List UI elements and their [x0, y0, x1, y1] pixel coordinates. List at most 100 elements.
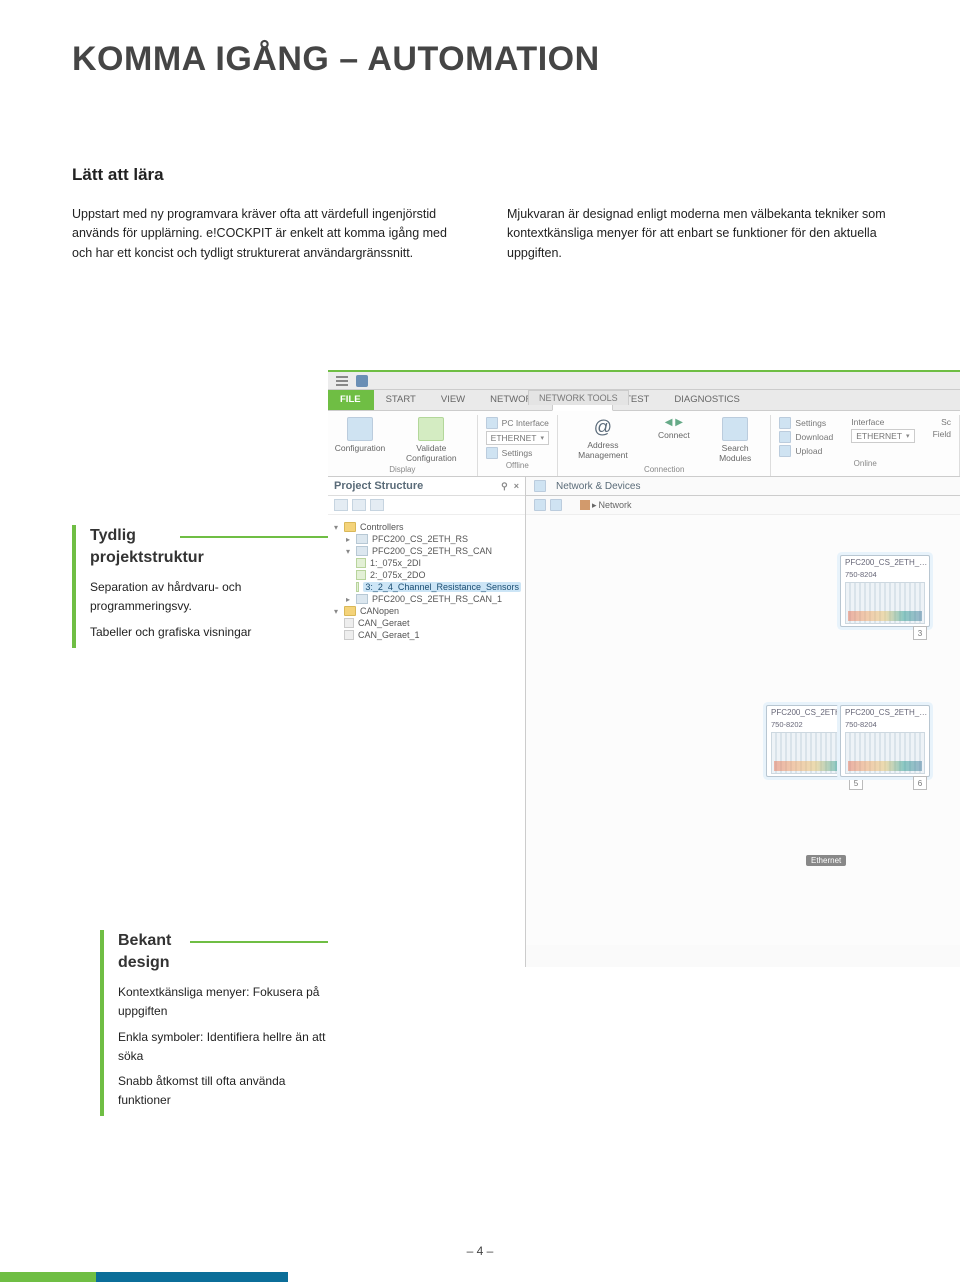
proj-view-icon-1[interactable] — [334, 499, 348, 511]
pin-icon[interactable]: ⚲ — [501, 481, 508, 492]
mod2-label: 2:_075x_2DO — [370, 570, 426, 580]
connect-button[interactable]: ◀ ▶ Connect — [650, 417, 698, 463]
callout1-p2: Tabeller och grafiska visningar — [90, 623, 302, 642]
tree-node-mod2[interactable]: 2:_075x_2DO — [356, 569, 521, 581]
upload-button[interactable]: Upload — [779, 445, 822, 457]
network-canvas[interactable]: PFC200_CS_2ETH_… 750-8204 3 PFC200_CS_2E… — [526, 515, 960, 945]
canopen-label: CANopen — [360, 606, 399, 616]
dev2-label: PFC200_CS_2ETH_RS_CAN — [372, 546, 492, 556]
ribbon-tabstrip: FILE START VIEW NETWORK DEVICE TEST DIAG… — [328, 390, 960, 411]
module-icon — [356, 558, 366, 568]
group-label-online: Online — [779, 459, 951, 468]
dev3-box-label: PFC200_CS_2ETH_… — [841, 706, 929, 719]
project-structure-pane: Project Structure ⚲ × ▾Controllers ▸PFC2… — [328, 477, 526, 967]
window-topbar — [328, 372, 960, 390]
project-view-tabs — [328, 496, 525, 515]
callout2-p2: Enkla symboler: Identifiera hellre än at… — [118, 1028, 330, 1066]
netpane-toolbar-icon-2[interactable] — [550, 499, 562, 511]
settings-online-button[interactable]: Settings — [779, 417, 826, 429]
mod3-label: 3:_2_4_Channel_Resistance_Sensors — [363, 582, 521, 592]
folder-icon — [344, 522, 356, 532]
tab-start[interactable]: START — [374, 390, 429, 410]
callout2-p3: Snabb åtkomst till ofta använda funktion… — [118, 1072, 330, 1110]
callout2-title-line2: design — [118, 954, 170, 971]
tab-file[interactable]: FILE — [328, 390, 374, 410]
settings-online-text: Settings — [795, 418, 826, 428]
network-devices-pane: Network & Devices ▸ Network PFC200_CS_2E… — [526, 477, 960, 967]
ribbon-group-offline: PC Interface ETHERNET Settings Offline — [478, 415, 558, 476]
address-management-button[interactable]: @ Address Management — [566, 417, 640, 463]
settings-offline-button[interactable]: Settings — [486, 447, 533, 459]
tree-node-canopen[interactable]: ▾CANopen — [332, 605, 521, 617]
device-icon — [356, 546, 368, 556]
dev3-box-num: 750-8204 — [841, 719, 929, 730]
configuration-label: Configuration — [335, 443, 386, 453]
settings-offline-icon — [486, 447, 498, 459]
project-structure-title: Project Structure — [334, 480, 423, 492]
search-modules-button[interactable]: Search Modules — [708, 417, 763, 463]
intro-right-text: Mjukvaran är designad enligt moderna men… — [507, 207, 886, 260]
pc-interface-label: PC Interface — [486, 417, 549, 429]
connect-label: Connect — [658, 430, 690, 440]
tab-diagnostics[interactable]: DIAGNOSTICS — [662, 390, 752, 410]
configuration-button[interactable]: Configuration — [336, 417, 384, 463]
group-label-offline: Offline — [486, 461, 549, 470]
intro-col-right: Mjukvaran är designad enligt moderna men… — [507, 205, 892, 263]
dev1-label: PFC200_CS_2ETH_RS — [372, 534, 468, 544]
home-icon — [580, 500, 590, 510]
can-device-icon — [344, 630, 354, 640]
configuration-icon — [347, 417, 373, 441]
tab-view[interactable]: VIEW — [429, 390, 478, 410]
address-management-label: Address Management — [566, 440, 640, 460]
device-box-1[interactable]: PFC200_CS_2ETH_… 750-8204 3 — [840, 555, 930, 627]
app-screenshot: FILE START VIEW NETWORK DEVICE TEST DIAG… — [328, 370, 960, 967]
proj-view-icon-2[interactable] — [352, 499, 366, 511]
save-icon[interactable] — [356, 375, 368, 387]
search-modules-label: Search Modules — [708, 443, 763, 463]
tree-node-can2[interactable]: CAN_Geraet_1 — [344, 629, 521, 641]
netpane-icon-1[interactable] — [534, 480, 546, 492]
network-breadcrumb: ▸ Network — [526, 496, 960, 515]
device-box-3[interactable]: PFC200_CS_2ETH_… 750-8204 6 — [840, 705, 930, 777]
connect-icon: ◀ ▶ — [665, 417, 683, 428]
close-icon[interactable]: × — [514, 481, 519, 492]
device-icon — [356, 534, 368, 544]
tree-node-dev2[interactable]: ▾PFC200_CS_2ETH_RS_CAN — [344, 545, 521, 557]
proj-view-icon-3[interactable] — [370, 499, 384, 511]
ribbon-group-online: Settings Download Upload Interface ETHER… — [771, 415, 960, 476]
tree-node-can1[interactable]: CAN_Geraet — [344, 617, 521, 629]
interface-dropdown[interactable]: ETHERNET — [851, 429, 914, 443]
tree-node-mod3[interactable]: 3:_2_4_Channel_Resistance_Sensors — [356, 581, 521, 593]
dev2-port-number: 5 — [849, 776, 863, 790]
footer-stripe — [0, 1272, 960, 1282]
breadcrumb-network[interactable]: ▸ Network — [580, 500, 632, 511]
dev1-box-num: 750-8204 — [841, 569, 929, 580]
page-number: – 4 – — [467, 1244, 494, 1258]
tree-node-dev3[interactable]: ▸PFC200_CS_2ETH_RS_CAN_1 — [344, 593, 521, 605]
validate-configuration-button[interactable]: Validate Configuration — [394, 417, 469, 463]
at-icon: @ — [594, 417, 612, 438]
network-devices-title: Network & Devices — [556, 481, 640, 492]
project-tree: ▾Controllers ▸PFC200_CS_2ETH_RS ▾PFC200_… — [328, 515, 525, 647]
ribbon-group-display: Configuration Validate Configuration Dis… — [328, 415, 478, 476]
callout2-title: Bekant design — [118, 930, 330, 973]
tree-node-mod1[interactable]: 1:_075x_2DI — [356, 557, 521, 569]
upload-icon — [779, 445, 791, 457]
dev3-label: PFC200_CS_2ETH_RS_CAN_1 — [372, 594, 502, 604]
netpane-toolbar-icon-1[interactable] — [534, 499, 546, 511]
callout1-p1: Separation av hårdvaru- och programmerin… — [90, 578, 302, 616]
dev1-box-label: PFC200_CS_2ETH_… — [841, 556, 929, 569]
intro-col-left: Uppstart med ny programvara kräver ofta … — [72, 205, 457, 263]
tree-node-dev1[interactable]: ▸PFC200_CS_2ETH_RS — [344, 533, 521, 545]
dev3-port-number: 6 — [913, 776, 927, 790]
pc-interface-text: PC Interface — [502, 418, 549, 428]
ribbon-group-connection: @ Address Management ◀ ▶ Connect Search … — [558, 415, 771, 476]
tree-node-controllers[interactable]: ▾Controllers — [332, 521, 521, 533]
interface-label: Interface — [851, 417, 884, 427]
pc-interface-dropdown[interactable]: ETHERNET — [486, 431, 549, 445]
mod1-label: 1:_075x_2DI — [370, 558, 421, 568]
download-button[interactable]: Download — [779, 431, 833, 443]
ribbon-contextual-label: NETWORK TOOLS — [528, 390, 629, 405]
menu-icon[interactable] — [336, 376, 348, 386]
network-pane-header: Network & Devices — [526, 477, 960, 496]
